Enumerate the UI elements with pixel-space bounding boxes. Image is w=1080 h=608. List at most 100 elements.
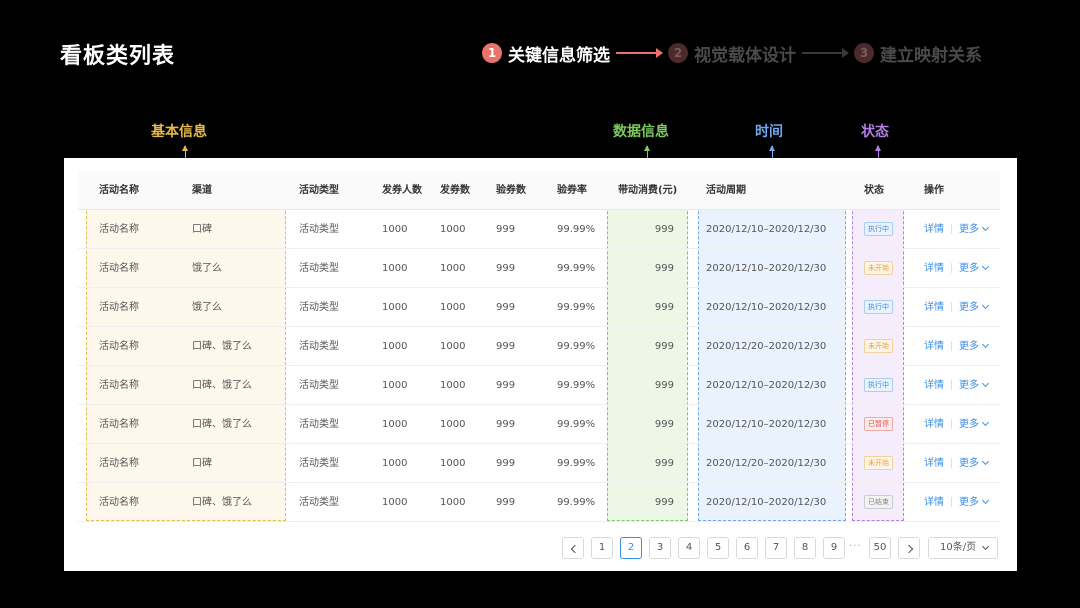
chevron-down-icon <box>981 301 990 310</box>
status-badge: 已暂停 <box>864 417 893 431</box>
detail-link[interactable]: 详情 <box>924 302 944 313</box>
pagination: 1 2 3 4 5 6 7 8 9 ··· 50 10条/页 <box>0 537 1080 559</box>
status-cell: 执行中 <box>864 210 893 249</box>
status-cell: 已暂停 <box>864 405 893 444</box>
page-button-5[interactable]: 5 <box>707 537 729 559</box>
cell-type: 活动类型 <box>299 263 339 274</box>
page-size-select[interactable]: 10条/页 <box>928 537 998 559</box>
cell-spend: 999 <box>654 497 674 508</box>
step-1: 1 关键信息筛选 <box>482 41 610 66</box>
step-3-number: 3 <box>854 43 874 63</box>
more-label: 更多 <box>959 302 979 313</box>
cell-spend: 999 <box>654 380 674 391</box>
action-divider <box>951 380 952 390</box>
more-dropdown[interactable]: 更多 <box>959 340 990 352</box>
cell-name: 活动名称 <box>99 497 139 508</box>
detail-link[interactable]: 详情 <box>924 380 944 391</box>
cell-channel: 口碑 <box>192 458 212 469</box>
column-header-period: 活动周期 <box>706 185 746 196</box>
cell-period: 2020/12/10–2020/12/30 <box>706 380 827 391</box>
cell-channel: 口碑、饿了么 <box>192 497 252 508</box>
more-label: 更多 <box>959 224 979 235</box>
action-divider <box>951 341 952 351</box>
status-badge: 已结束 <box>864 495 893 509</box>
status-badge: 执行中 <box>864 300 893 314</box>
cell-channel: 饿了么 <box>192 263 222 274</box>
table-row: 活动名称 口碑、饿了么 活动类型 1000 1000 999 99.99% 999 2020/1… <box>78 483 1000 522</box>
prev-page-button[interactable] <box>562 537 584 559</box>
cell-name: 活动名称 <box>99 458 139 469</box>
detail-link[interactable]: 详情 <box>924 341 944 352</box>
cell-period: 2020/12/10–2020/12/30 <box>706 497 827 508</box>
cell-rate: 99.99% <box>557 302 596 313</box>
cell-channel: 口碑、饿了么 <box>192 341 252 352</box>
action-divider <box>951 419 952 429</box>
cell-spend: 999 <box>654 419 674 430</box>
status-badge: 未开始 <box>864 261 893 275</box>
cell-issued: 1000 <box>440 263 466 274</box>
detail-link[interactable]: 详情 <box>924 497 944 508</box>
table-header-row: 活动名称 渠道 活动类型 发券人数 发券数 验券数 验券率 带动消费(元) 活动周期 状态 操作 <box>78 171 1000 210</box>
cell-issuers: 1000 <box>382 458 408 469</box>
table-row: 活动名称 口碑、饿了么 活动类型 1000 1000 999 99.99% 999 2020/1… <box>78 405 1000 444</box>
cell-verified: 999 <box>496 419 516 430</box>
column-header-channel: 渠道 <box>192 185 212 196</box>
page-button-9[interactable]: 9 <box>823 537 845 559</box>
step-indicator: 1 关键信息筛选 2 视觉载体设计 3 建立映射关系 <box>482 41 982 66</box>
cell-spend: 999 <box>654 341 674 352</box>
detail-link[interactable]: 详情 <box>924 224 944 235</box>
cell-verified: 999 <box>496 302 516 313</box>
column-header-spend: 带动消费(元) <box>618 185 678 196</box>
column-header-type: 活动类型 <box>299 185 339 196</box>
more-label: 更多 <box>959 458 979 469</box>
more-dropdown[interactable]: 更多 <box>959 301 990 313</box>
more-dropdown[interactable]: 更多 <box>959 457 990 469</box>
page-button-4[interactable]: 4 <box>678 537 700 559</box>
cell-spend: 999 <box>654 458 674 469</box>
actions-cell: 详情 更多 <box>924 210 990 249</box>
action-divider <box>951 458 952 468</box>
cell-channel: 口碑 <box>192 224 212 235</box>
page-button-3[interactable]: 3 <box>649 537 671 559</box>
status-badge: 执行中 <box>864 378 893 392</box>
page-button-8[interactable]: 8 <box>794 537 816 559</box>
page-button-7[interactable]: 7 <box>765 537 787 559</box>
cell-issued: 1000 <box>440 341 466 352</box>
cell-verified: 999 <box>496 458 516 469</box>
cell-type: 活动类型 <box>299 302 339 313</box>
detail-link[interactable]: 详情 <box>924 419 944 430</box>
column-header-status: 状态 <box>864 185 884 196</box>
cell-issued: 1000 <box>440 224 466 235</box>
more-label: 更多 <box>959 341 979 352</box>
chevron-down-icon <box>981 262 990 271</box>
page-button-6[interactable]: 6 <box>736 537 758 559</box>
more-dropdown[interactable]: 更多 <box>959 223 990 235</box>
detail-link[interactable]: 详情 <box>924 458 944 469</box>
page-title: 看板类列表 <box>60 44 176 69</box>
cell-rate: 99.99% <box>557 380 596 391</box>
detail-link[interactable]: 详情 <box>924 263 944 274</box>
chevron-down-icon <box>981 496 990 505</box>
category-label-status: 状态 <box>861 124 889 140</box>
actions-cell: 详情 更多 <box>924 405 990 444</box>
table-row: 活动名称 口碑、饿了么 活动类型 1000 1000 999 99.99% 999 2020/1… <box>78 327 1000 366</box>
cell-rate: 99.99% <box>557 458 596 469</box>
page-button-2[interactable]: 2 <box>620 537 642 559</box>
chevron-down-icon <box>981 340 990 349</box>
column-header-issuers: 发券人数 <box>382 185 422 196</box>
page-button-1[interactable]: 1 <box>591 537 613 559</box>
category-label-time: 时间 <box>755 124 783 140</box>
cell-verified: 999 <box>496 497 516 508</box>
more-dropdown[interactable]: 更多 <box>959 496 990 508</box>
page-button-last[interactable]: 50 <box>869 537 891 559</box>
next-page-button[interactable] <box>898 537 920 559</box>
cell-rate: 99.99% <box>557 419 596 430</box>
more-dropdown[interactable]: 更多 <box>959 262 990 274</box>
column-header-verified: 验券数 <box>496 185 526 196</box>
cell-verified: 999 <box>496 224 516 235</box>
cell-verified: 999 <box>496 341 516 352</box>
more-dropdown[interactable]: 更多 <box>959 418 990 430</box>
column-header-issued: 发券数 <box>440 185 470 196</box>
more-dropdown[interactable]: 更多 <box>959 379 990 391</box>
more-label: 更多 <box>959 380 979 391</box>
